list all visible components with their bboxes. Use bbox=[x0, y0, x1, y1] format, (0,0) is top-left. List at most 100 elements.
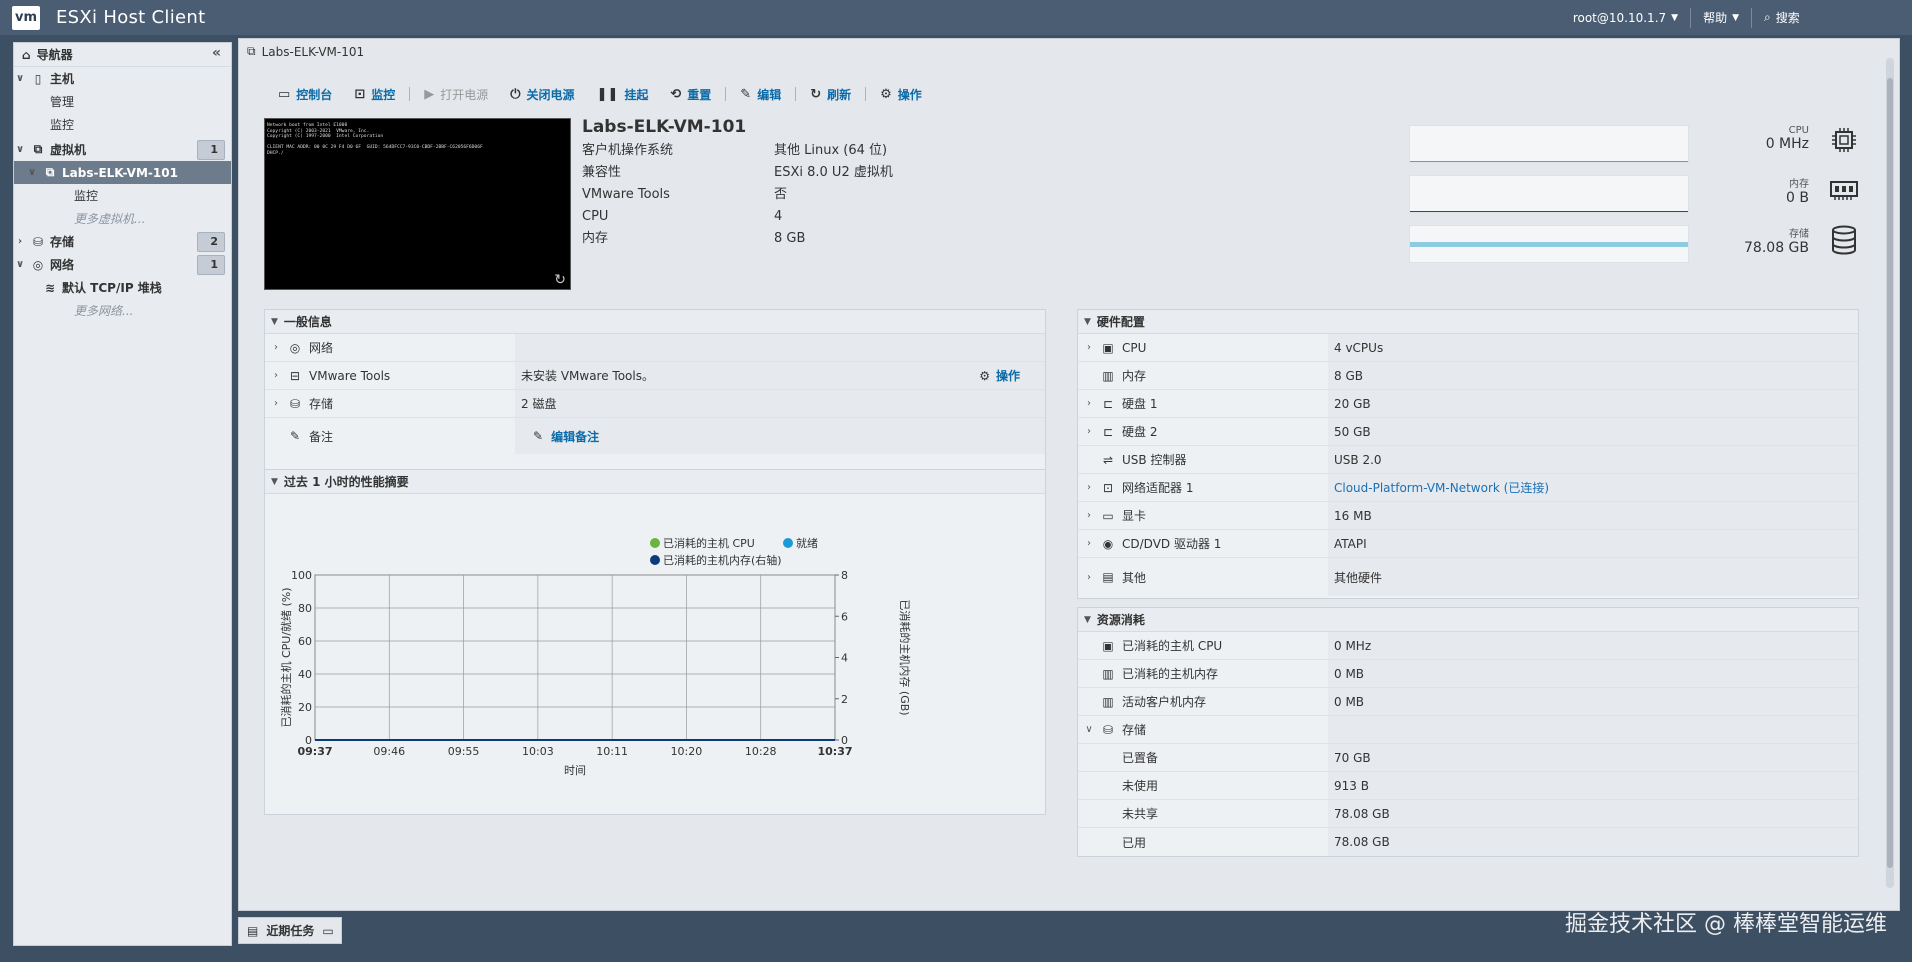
nav-storage[interactable]: › ⛁ 存储 2 bbox=[14, 230, 231, 253]
recent-tasks-button[interactable]: ▤ 近期任务 ▭ bbox=[238, 917, 342, 944]
chevron-right-icon[interactable]: › bbox=[14, 236, 26, 247]
chevron-right-icon[interactable]: › bbox=[271, 370, 281, 381]
edit-notes-button[interactable]: ✎ 编辑备注 bbox=[521, 428, 599, 445]
home-icon: ⌂ bbox=[22, 47, 31, 62]
memory-gauge-bar bbox=[1409, 175, 1689, 213]
power-on-button[interactable]: ▶ 打开电源 bbox=[413, 86, 499, 103]
navigator-header: ⌂ 导航器 « bbox=[14, 43, 231, 67]
chevron-down-icon[interactable]: ∨ bbox=[14, 73, 26, 84]
console-button[interactable]: ▭ 控制台 bbox=[267, 86, 343, 103]
general-info-header[interactable]: ▼ 一般信息 bbox=[265, 310, 1045, 334]
user-menu[interactable]: root@10.10.1.7 ▼ bbox=[1561, 8, 1690, 28]
chevron-right-icon[interactable]: › bbox=[1084, 342, 1094, 353]
nav-more-vms[interactable]: 更多虚拟机... bbox=[14, 207, 231, 230]
hardware-header[interactable]: ▼ 硬件配置 bbox=[1078, 310, 1858, 334]
resource-row: ▥ 活动客户机内存 0 MB bbox=[1078, 688, 1858, 716]
power-on-label: 打开电源 bbox=[440, 87, 489, 102]
general-row-network: › ◎ 网络 bbox=[265, 334, 1045, 362]
legend-marker bbox=[650, 555, 660, 565]
nav-manage-label: 管理 bbox=[50, 95, 75, 109]
chevron-right-icon[interactable]: › bbox=[271, 342, 281, 353]
row-key: CPU bbox=[1122, 340, 1147, 355]
console-text: Network boot from Intel E1000 Copyright … bbox=[267, 123, 483, 156]
reset-button[interactable]: ⟲ 重置 bbox=[659, 86, 722, 103]
collapse-triangle-icon[interactable]: ▼ bbox=[1084, 615, 1091, 625]
resource-row: ▣ 已消耗的主机 CPU 0 MHz bbox=[1078, 632, 1858, 660]
more-vms-link[interactable]: 更多虚拟机... bbox=[74, 210, 145, 227]
console-thumbnail[interactable]: Network boot from Intel E1000 Copyright … bbox=[264, 118, 571, 290]
x-tick-label: 10:20 bbox=[671, 745, 703, 758]
nav-vm-monitor[interactable]: 监控 bbox=[14, 184, 231, 207]
vm-prop-row: 客户机操作系统 其他 Linux (64 位) bbox=[582, 140, 893, 162]
vm-prop-row: 内存 8 GB bbox=[582, 228, 893, 250]
chevron-right-icon[interactable]: › bbox=[1084, 572, 1094, 583]
collapse-triangle-icon[interactable]: ▼ bbox=[271, 477, 278, 487]
restore-icon[interactable]: ▭ bbox=[322, 924, 333, 938]
tools-actions-button[interactable]: ⚙ 操作 bbox=[979, 367, 1020, 384]
nav-host-monitor[interactable]: 监控 bbox=[14, 113, 231, 136]
collapse-sidebar-icon[interactable]: « bbox=[212, 45, 221, 61]
nav-network[interactable]: ∨ ◎ 网络 1 bbox=[14, 253, 231, 276]
resource-row: 已用 78.08 GB bbox=[1078, 828, 1858, 856]
collapse-triangle-icon[interactable]: ▼ bbox=[271, 317, 278, 327]
row-key: CD/DVD 驱动器 1 bbox=[1122, 537, 1222, 551]
network-link[interactable]: Cloud-Platform-VM-Network (已连接) bbox=[1334, 479, 1549, 496]
nav-host[interactable]: ∨ ▯ 主机 bbox=[14, 67, 231, 90]
refresh-button[interactable]: ↻ 刷新 bbox=[799, 86, 862, 103]
display-icon: ▭ bbox=[1102, 508, 1114, 523]
prop-key: CPU bbox=[582, 209, 609, 224]
suspend-button[interactable]: ❚❚ 挂起 bbox=[586, 86, 660, 103]
search-label: 搜索 bbox=[1775, 11, 1800, 25]
network-adapter-icon: ⊡ bbox=[1102, 480, 1114, 495]
resources-header[interactable]: ▼ 资源消耗 bbox=[1078, 608, 1858, 632]
scrollbar-thumb[interactable] bbox=[1887, 78, 1893, 868]
row-key: 硬盘 2 bbox=[1122, 425, 1158, 439]
chevron-down-icon[interactable]: ∨ bbox=[14, 144, 26, 155]
row-key: 硬盘 1 bbox=[1122, 397, 1158, 411]
gear-icon: ⚙ bbox=[979, 368, 990, 383]
power-off-button[interactable]: ⏻ 关闭电源 bbox=[499, 86, 585, 103]
monitor-button[interactable]: ⊡ 监控 bbox=[343, 86, 406, 103]
nav-tcpip-stack[interactable]: ≋ 默认 TCP/IP 堆栈 bbox=[14, 276, 231, 299]
chevron-right-icon[interactable]: › bbox=[1084, 510, 1094, 521]
nav-vm-labs-elk[interactable]: ∨ ⧉ Labs-ELK-VM-101 bbox=[14, 161, 231, 184]
chevron-down-icon[interactable]: ∨ bbox=[14, 259, 26, 270]
storage-count-badge: 2 bbox=[197, 231, 225, 252]
main-scrollbar[interactable] bbox=[1886, 58, 1894, 888]
nav-more-networks[interactable]: 更多网络... bbox=[14, 299, 231, 322]
gauge-value: 0 B bbox=[1786, 190, 1809, 206]
nav-vm-label: Labs-ELK-VM-101 bbox=[62, 165, 178, 180]
edit-button[interactable]: ✎ 编辑 bbox=[729, 86, 792, 103]
toolbox-icon: ⊟ bbox=[289, 368, 301, 383]
row-key: 内存 bbox=[1122, 369, 1147, 383]
chevron-right-icon[interactable]: › bbox=[1084, 426, 1094, 437]
chevron-right-icon[interactable]: › bbox=[1084, 482, 1094, 493]
gauge-title: 内存 bbox=[1789, 179, 1809, 190]
breadcrumb-label: Labs-ELK-VM-101 bbox=[261, 44, 365, 59]
chevron-right-icon[interactable]: › bbox=[1084, 398, 1094, 409]
collapse-triangle-icon[interactable]: ▼ bbox=[1084, 317, 1091, 327]
vm-prop-row: VMware Tools 否 bbox=[582, 184, 893, 206]
general-row-storage: › ⛁ 存储 2 磁盘 bbox=[265, 390, 1045, 418]
reload-icon[interactable]: ↻ bbox=[554, 273, 566, 287]
search-button[interactable]: ⌕ 搜索 bbox=[1752, 8, 1912, 28]
reset-label: 重置 bbox=[687, 87, 712, 102]
help-menu[interactable]: 帮助 ▼ bbox=[1691, 8, 1751, 28]
toolbar-divider bbox=[865, 87, 867, 101]
nav-host-manage[interactable]: 管理 bbox=[14, 90, 231, 113]
chevron-right-icon[interactable]: › bbox=[271, 398, 281, 409]
chevron-down-icon[interactable]: ∨ bbox=[1084, 724, 1094, 735]
console-icon: ▭ bbox=[278, 86, 291, 102]
chevron-down-icon[interactable]: ∨ bbox=[26, 167, 38, 178]
performance-header[interactable]: ▼ 过去 1 小时的性能摘要 bbox=[265, 470, 1045, 494]
memory-icon: ▥ bbox=[1102, 368, 1114, 383]
actions-button[interactable]: ⚙ 操作 bbox=[869, 86, 933, 103]
vm-name-title: Labs-ELK-VM-101 bbox=[582, 117, 747, 137]
row-value: 50 GB bbox=[1334, 424, 1371, 439]
x-tick-label: 09:46 bbox=[373, 745, 405, 758]
more-networks-link[interactable]: 更多网络... bbox=[74, 302, 133, 319]
row-key: 存储 bbox=[1122, 723, 1147, 737]
nav-vms[interactable]: ∨ ⧉ 虚拟机 1 bbox=[14, 138, 231, 161]
other-hardware-icon: ▤ bbox=[1102, 570, 1114, 584]
chevron-right-icon[interactable]: › bbox=[1084, 538, 1094, 549]
